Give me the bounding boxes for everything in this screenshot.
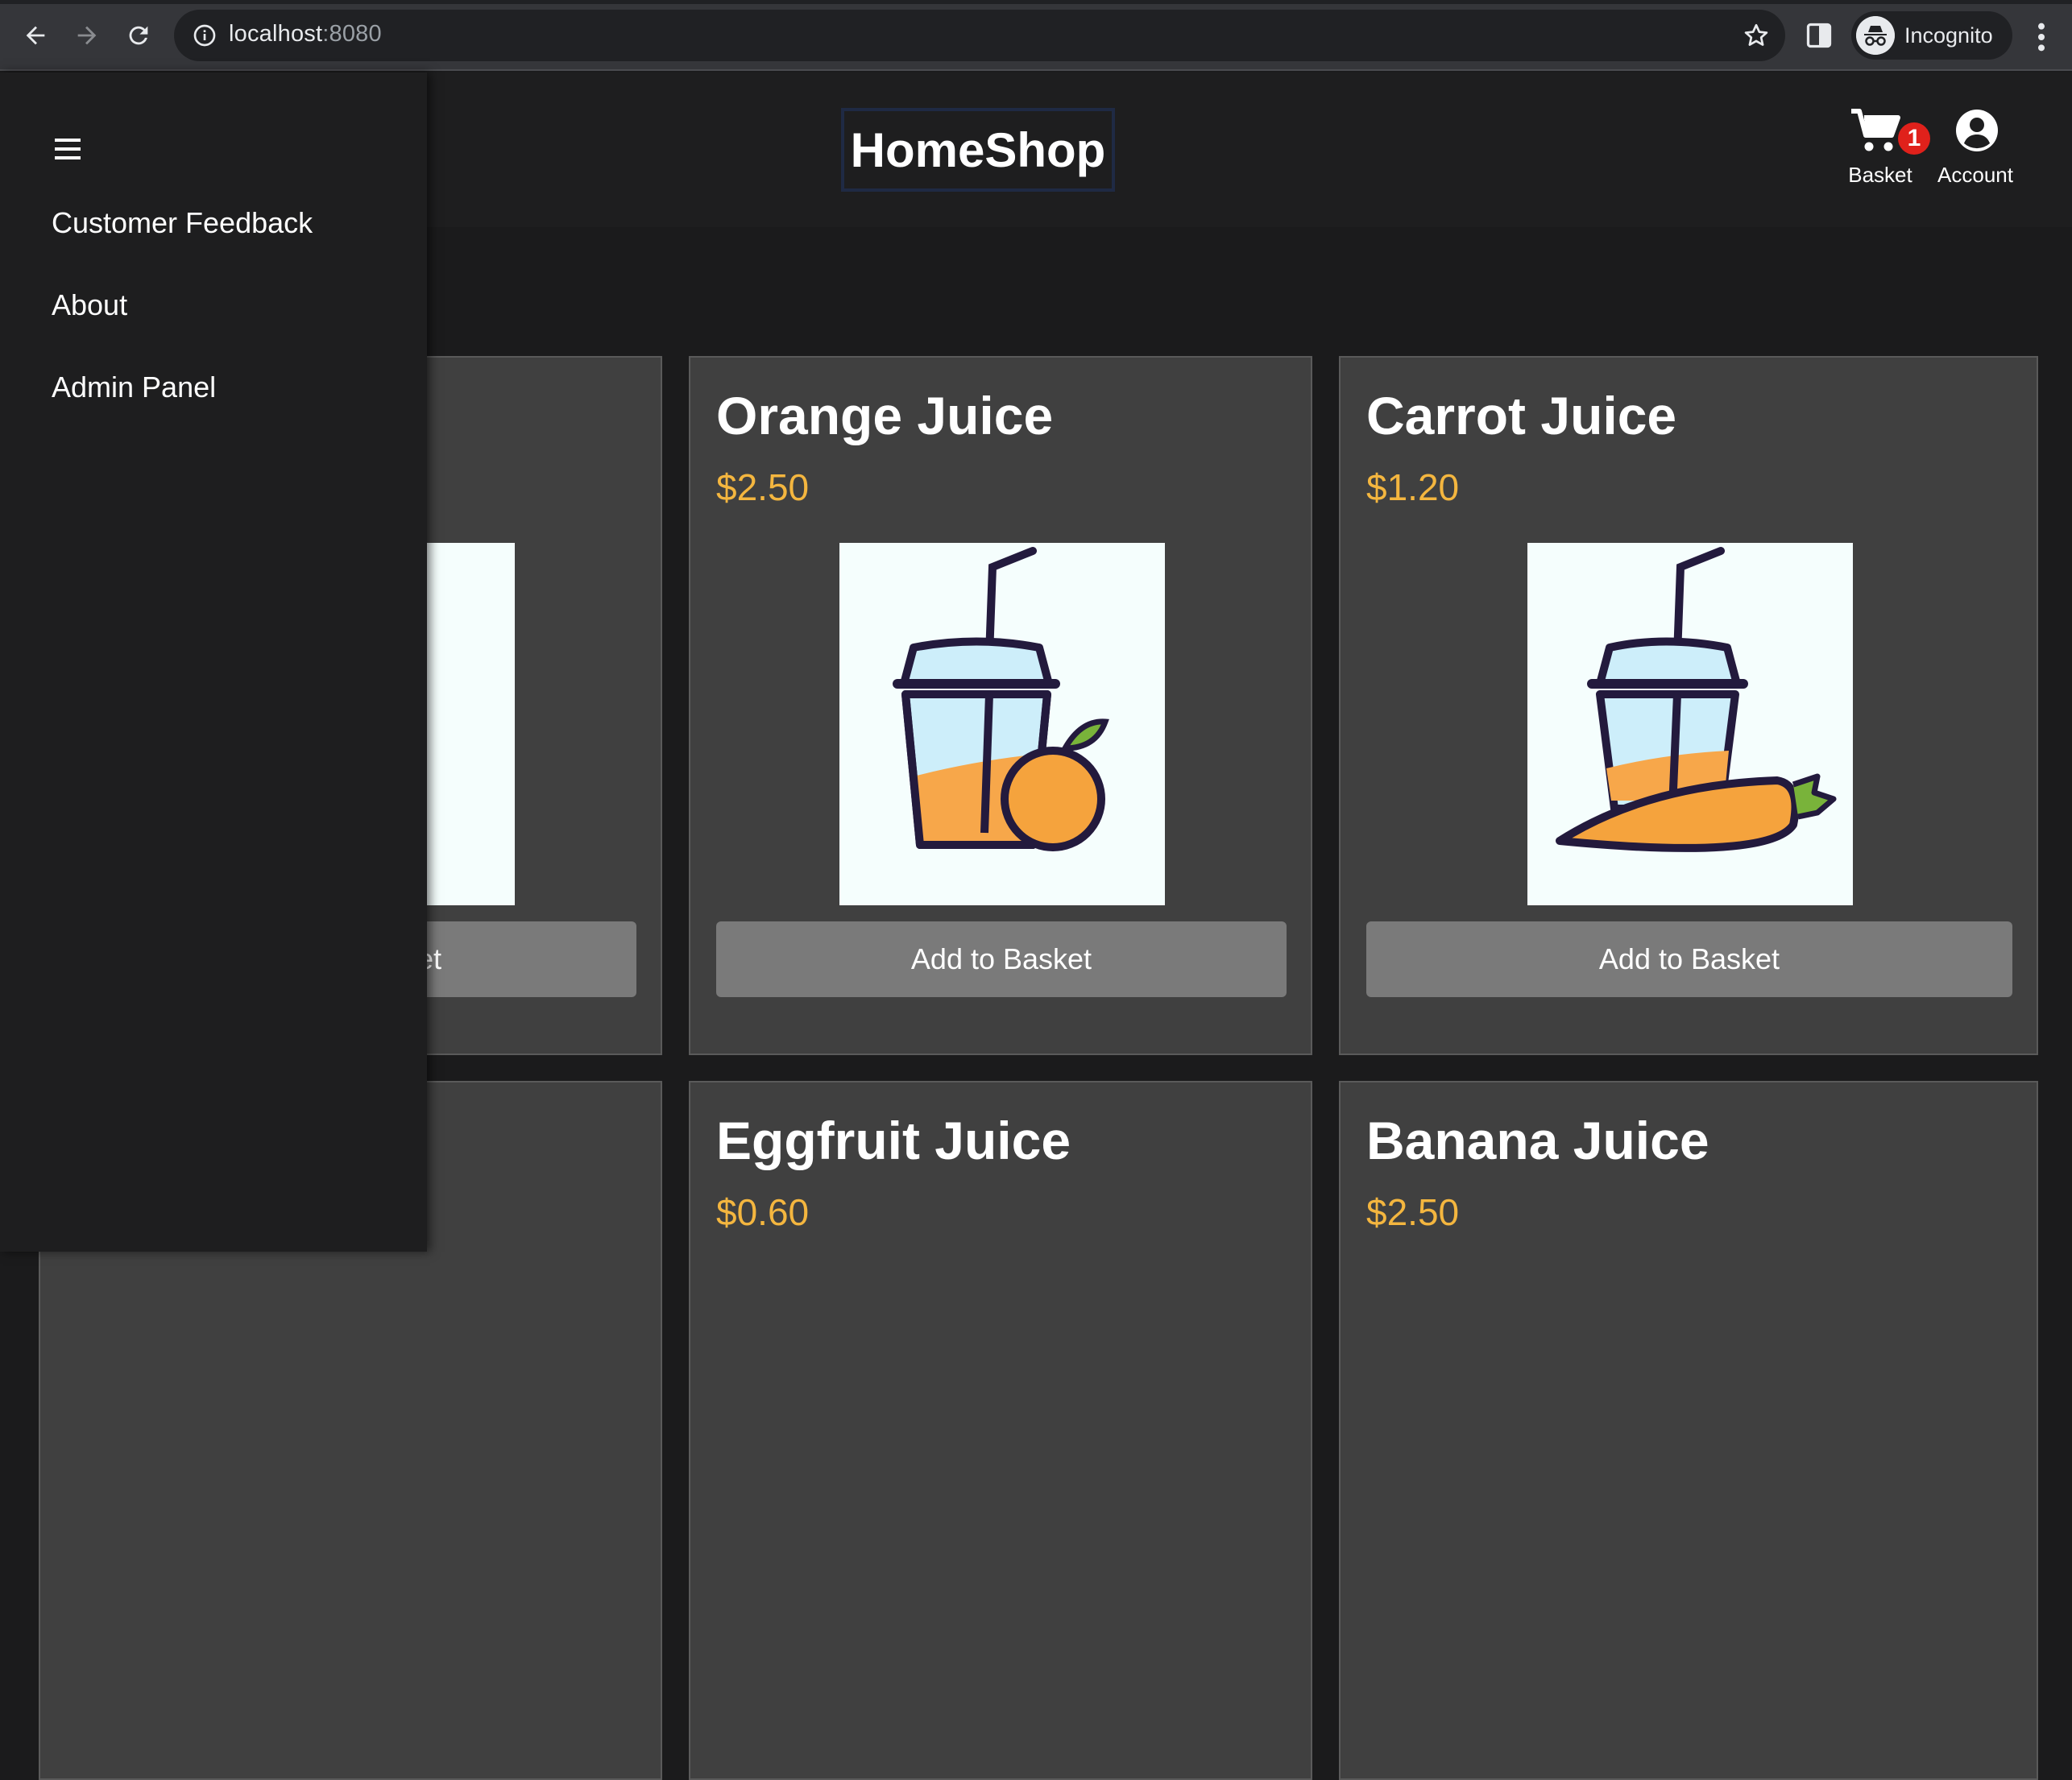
cart-icon (1851, 109, 1900, 151)
sidenav-item-about[interactable]: About (52, 288, 127, 322)
menu-icon[interactable] (55, 139, 81, 161)
star-icon[interactable] (1742, 21, 1771, 50)
account-button[interactable]: Account (1919, 108, 2032, 197)
more-vert-icon[interactable] (2032, 21, 2051, 53)
browser-toolbar: localhost:8080 Incognito (0, 0, 2072, 71)
logo-link[interactable]: HomeShop (841, 108, 1115, 192)
product-price: $1.20 (1366, 466, 1460, 508)
incognito-chip[interactable]: Incognito (1851, 11, 2012, 60)
sidenav-item-admin-panel[interactable]: Admin Panel (52, 370, 216, 404)
product-price: $0.60 (716, 1191, 810, 1233)
incognito-label: Incognito (1904, 23, 1993, 48)
add-to-basket-button[interactable]: Add to Basket (716, 921, 1287, 997)
product-card: Banana Juice $2.50 (1339, 1081, 2038, 1780)
forward-button[interactable] (68, 16, 106, 55)
product-price: $2.50 (1366, 1191, 1460, 1233)
back-icon (26, 26, 45, 45)
product-name: Orange Juice (716, 386, 1054, 445)
product-image (1527, 543, 1853, 905)
logo-text: HomeShop (850, 122, 1106, 177)
add-to-basket-button[interactable]: Add to Basket (1366, 921, 2012, 997)
reload-button[interactable] (119, 16, 158, 55)
tab-strip-edge (0, 0, 2072, 4)
url-text[interactable]: localhost:8080 (229, 21, 382, 48)
product-card: Carrot Juice $1.20 Add to Basket (1339, 356, 2038, 1055)
side-navigation: Customer Feedback About Admin Panel (0, 72, 427, 1252)
info-icon[interactable] (192, 23, 218, 48)
address-bar[interactable]: localhost:8080 (174, 10, 1785, 61)
product-image (839, 543, 1165, 905)
product-name: Eggfruit Juice (716, 1111, 1071, 1170)
reload-icon (129, 26, 148, 45)
product-price: $2.50 (716, 466, 810, 508)
sidenav-item-customer-feedback[interactable]: Customer Feedback (52, 206, 313, 240)
back-button[interactable] (16, 16, 55, 55)
product-name: Banana Juice (1366, 1111, 1709, 1170)
product-card: Orange Juice $2.50 Add to Basket (689, 356, 1312, 1055)
product-name: Carrot Juice (1366, 386, 1677, 445)
product-card: Eggfruit Juice $0.60 (689, 1081, 1312, 1780)
account-label: Account (1937, 163, 2013, 187)
account-circle-icon (1956, 110, 1998, 151)
forward-icon (77, 26, 97, 45)
incognito-icon (1856, 16, 1895, 55)
side-panel-icon[interactable] (1805, 21, 1834, 50)
